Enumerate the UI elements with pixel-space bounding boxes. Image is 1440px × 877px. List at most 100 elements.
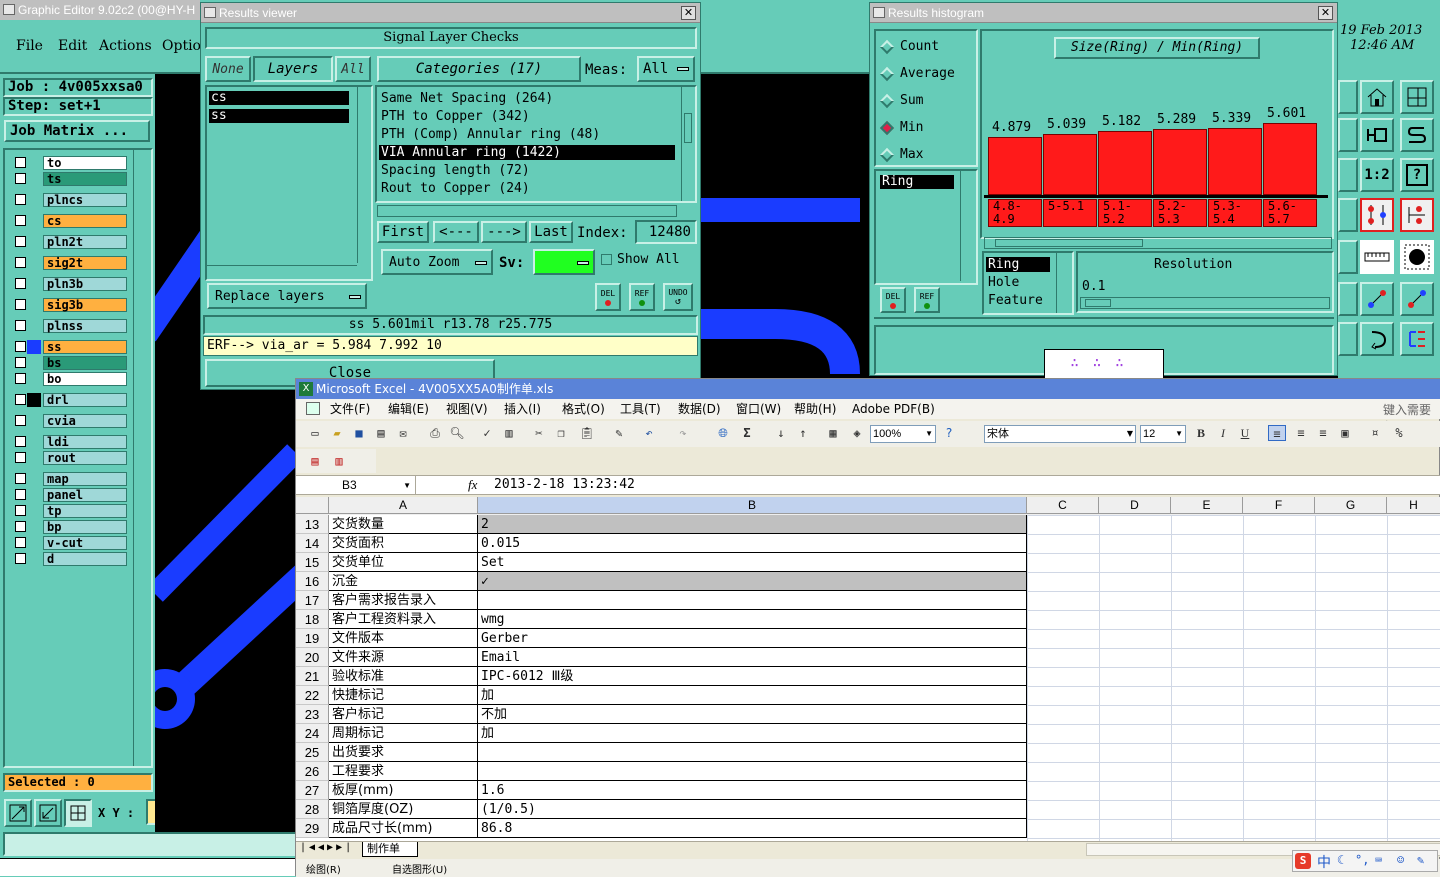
percent-icon[interactable]: % [1390, 425, 1408, 441]
excel-menu-item[interactable]: 插入(I) [504, 400, 541, 418]
feature-ring[interactable]: Ring [986, 257, 1050, 272]
zoom-fit-button[interactable] [4, 799, 32, 827]
layer-checkbox[interactable] [15, 320, 26, 331]
hyperlink-icon[interactable]: 🌐︎ [714, 425, 732, 441]
layer-checkbox[interactable] [15, 357, 26, 368]
layer-checkbox[interactable] [15, 236, 26, 247]
currency-icon[interactable]: ¤ [1366, 425, 1384, 441]
layer-checkbox[interactable] [15, 452, 26, 463]
excel-menu-item[interactable]: 格式(O) [562, 400, 605, 418]
panel-tool[interactable] [1400, 80, 1434, 114]
layer-list-vscroll[interactable] [357, 87, 371, 263]
layer-checkbox[interactable] [15, 473, 26, 484]
close-icon[interactable]: ✕ [1318, 6, 1333, 20]
histogram-bar[interactable] [1098, 131, 1152, 195]
spelling-icon[interactable]: ✓ [478, 425, 496, 441]
home-tool[interactable] [1360, 80, 1394, 114]
category-item[interactable]: Same Net Spacing (264) [379, 91, 675, 106]
col-header-f[interactable]: F [1243, 497, 1315, 514]
cell-b[interactable]: 1.6 [478, 781, 1027, 800]
cell-a[interactable]: 客户工程资料录入 [329, 610, 478, 629]
autoshapes-menu[interactable]: 自选图形(U) [392, 861, 447, 876]
cell-b[interactable]: 加 [478, 686, 1027, 705]
cell-a[interactable]: 交货数量 [329, 515, 478, 534]
layer-checkbox[interactable] [15, 436, 26, 447]
user-icon[interactable]: ☺ [1397, 853, 1404, 867]
hist-ref-button[interactable]: REF [914, 287, 940, 313]
layer-checkbox[interactable] [15, 415, 26, 426]
cell-b[interactable]: IPC-6012 Ⅲ级 [478, 667, 1027, 686]
sogou-icon[interactable]: S [1295, 853, 1311, 869]
cell-b[interactable] [478, 591, 1027, 610]
excel-menu-item[interactable]: 编辑(E) [388, 400, 429, 418]
categories-tab[interactable]: Categories (17) [377, 56, 581, 82]
permission-icon[interactable]: ▤ [372, 425, 390, 441]
connect-tool-2[interactable] [1400, 282, 1434, 316]
sheet-tab-active[interactable]: 制作单 [362, 842, 418, 857]
row-number[interactable]: 13 [296, 515, 329, 534]
email-icon[interactable]: ✉ [394, 425, 412, 441]
cut-icon[interactable]: ✂ [530, 425, 548, 441]
s-curve-tool[interactable] [1400, 118, 1434, 152]
auto-zoom-select[interactable]: Auto Zoom [381, 249, 493, 275]
print-icon[interactable]: ⎙ [426, 425, 444, 441]
histogram-bar[interactable] [1153, 129, 1207, 195]
layer-checkbox[interactable] [15, 373, 26, 384]
cell-b[interactable]: Set [478, 553, 1027, 572]
feature-feature[interactable]: Feature [986, 293, 1050, 308]
stat-option-max[interactable]: Max [876, 147, 976, 165]
cell-b[interactable]: wmg [478, 610, 1027, 629]
radio-icon[interactable] [879, 147, 895, 163]
histogram-bar[interactable] [1208, 128, 1262, 195]
category-item[interactable]: Spacing length (72) [379, 163, 675, 178]
chart-wizard-icon[interactable]: ▦ [824, 425, 842, 441]
new-icon[interactable]: ▭ [306, 425, 324, 441]
save-icon[interactable]: ■ [350, 425, 368, 441]
layer-checkbox[interactable] [15, 489, 26, 500]
ime-language[interactable]: 中 [1317, 852, 1331, 872]
layer-checkbox[interactable] [15, 299, 26, 310]
tool-frame-left-5[interactable] [1338, 240, 1358, 274]
print-preview-icon[interactable]: 🔍︎ [448, 425, 466, 441]
drawing-menu[interactable]: 绘图(R) [306, 861, 341, 876]
category-vscroll[interactable] [681, 87, 695, 201]
excel-menu-item[interactable]: 视图(V) [446, 400, 488, 418]
pdf-convert-icon[interactable]: ▤ [306, 453, 324, 469]
row-number[interactable]: 29 [296, 819, 329, 838]
italic-icon[interactable]: I [1214, 425, 1232, 441]
col-header-d[interactable]: D [1099, 497, 1171, 514]
left-ring-item[interactable]: Ring [880, 175, 954, 189]
cell-b[interactable]: 0.015 [478, 534, 1027, 553]
menu-options[interactable]: Optio [162, 38, 201, 54]
autosum-icon[interactable]: Σ [738, 425, 756, 441]
underline-icon[interactable]: U [1236, 425, 1254, 441]
layer-checkbox[interactable] [15, 553, 26, 564]
redo-icon[interactable]: ↷ [674, 425, 692, 441]
layer-result-cs[interactable]: cs [209, 91, 349, 105]
pdf-email-icon[interactable]: ▥ [330, 453, 348, 469]
cell-a[interactable]: 文件版本 [329, 629, 478, 648]
row-number[interactable]: 17 [296, 591, 329, 610]
cell-b[interactable]: (1/0.5) [478, 800, 1027, 819]
cell-a[interactable]: 铜箔厚度(OZ) [329, 800, 478, 819]
cell-b[interactable] [478, 743, 1027, 762]
stat-option-sum[interactable]: Sum [876, 93, 976, 111]
drawing-icon[interactable]: ◈ [848, 425, 866, 441]
ruler-tool[interactable] [1360, 240, 1394, 274]
menu-file[interactable]: File [16, 38, 43, 54]
tab-all[interactable]: All [335, 56, 371, 82]
cell-b[interactable]: 不加 [478, 705, 1027, 724]
layer-result-ss[interactable]: ss [209, 109, 349, 123]
row-number[interactable]: 28 [296, 800, 329, 819]
menu-edit[interactable]: Edit [58, 38, 87, 54]
cell-a[interactable]: 成品尺寸长(mm) [329, 819, 478, 838]
job-matrix-button[interactable]: Job Matrix ... [4, 120, 150, 142]
meas-select[interactable]: All [637, 56, 695, 82]
paste-icon[interactable]: 📋︎ [578, 425, 596, 441]
category-hscroll[interactable] [377, 205, 677, 217]
layer-checkbox[interactable] [15, 173, 26, 184]
sort-ascending-icon[interactable]: ↓ [772, 425, 790, 441]
excel-menu-item[interactable]: 工具(T) [620, 400, 661, 418]
wrench-icon[interactable]: ✎ [1417, 853, 1424, 867]
moon-icon[interactable]: ☾ [1337, 853, 1344, 867]
